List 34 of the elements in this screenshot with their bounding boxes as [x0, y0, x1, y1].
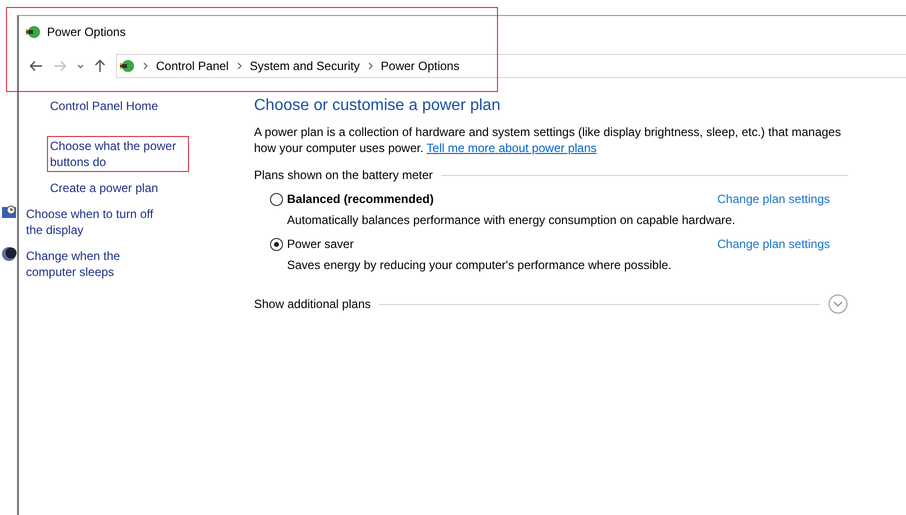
moon-icon — [1, 246, 17, 262]
power-plans-link[interactable]: Tell me more about power plans — [426, 141, 597, 155]
chevron-icon — [368, 62, 373, 70]
breadcrumb-item[interactable]: Control Panel — [156, 59, 229, 73]
sidebar-link[interactable]: Choose when to turn off the display — [23, 204, 165, 240]
expand-icon[interactable] — [828, 294, 848, 314]
window-title: Power Options — [47, 25, 126, 39]
show-additional-plans-label: Show additional plans — [254, 297, 371, 311]
sidebar-link[interactable]: Change when the computer sleeps — [23, 246, 165, 282]
chevron-icon — [236, 62, 242, 70]
back-icon[interactable] — [29, 60, 43, 72]
sidebar-link[interactable]: Create a power plan — [47, 178, 189, 198]
clock-monitor-icon — [1, 204, 17, 220]
dropdown-caret-icon[interactable] — [77, 64, 84, 68]
change-plan-settings-link[interactable]: Change plan settings — [717, 237, 830, 251]
up-icon[interactable] — [94, 59, 106, 73]
group-label: Plans shown on the battery meter — [254, 168, 433, 182]
breadcrumb-item[interactable]: Power Options — [380, 59, 460, 73]
radio-button[interactable] — [270, 192, 283, 206]
plan-description: Saves energy by reducing your computer's performance where possible. — [287, 258, 672, 272]
chevron-icon — [143, 62, 148, 70]
change-plan-settings-link[interactable]: Change plan settings — [717, 192, 830, 206]
page-heading: Choose or customise a power plan — [254, 97, 502, 115]
plan-name: Balanced (recommended) — [287, 192, 434, 206]
sidebar-link[interactable]: Choose what the power buttons do — [47, 136, 189, 172]
power-plug-icon — [25, 24, 41, 40]
control-panel-home-link[interactable]: Control Panel Home — [47, 96, 189, 116]
plan-description: Automatically balances performance with energy consumption on capable hardware. — [287, 213, 736, 227]
power-plug-icon — [119, 58, 135, 74]
plan-name: Power saver — [287, 237, 354, 251]
breadcrumb-item[interactable]: System and Security — [250, 59, 360, 73]
address-bar[interactable]: Control Panel System and Security Power Options — [116, 54, 906, 78]
radio-button[interactable] — [270, 238, 283, 250]
intro-text: A power plan is a collection of hardware and system settings (like display brightness, sleep, etc.) that manages how your computer uses power. Tell me more about power plans — [254, 124, 842, 156]
